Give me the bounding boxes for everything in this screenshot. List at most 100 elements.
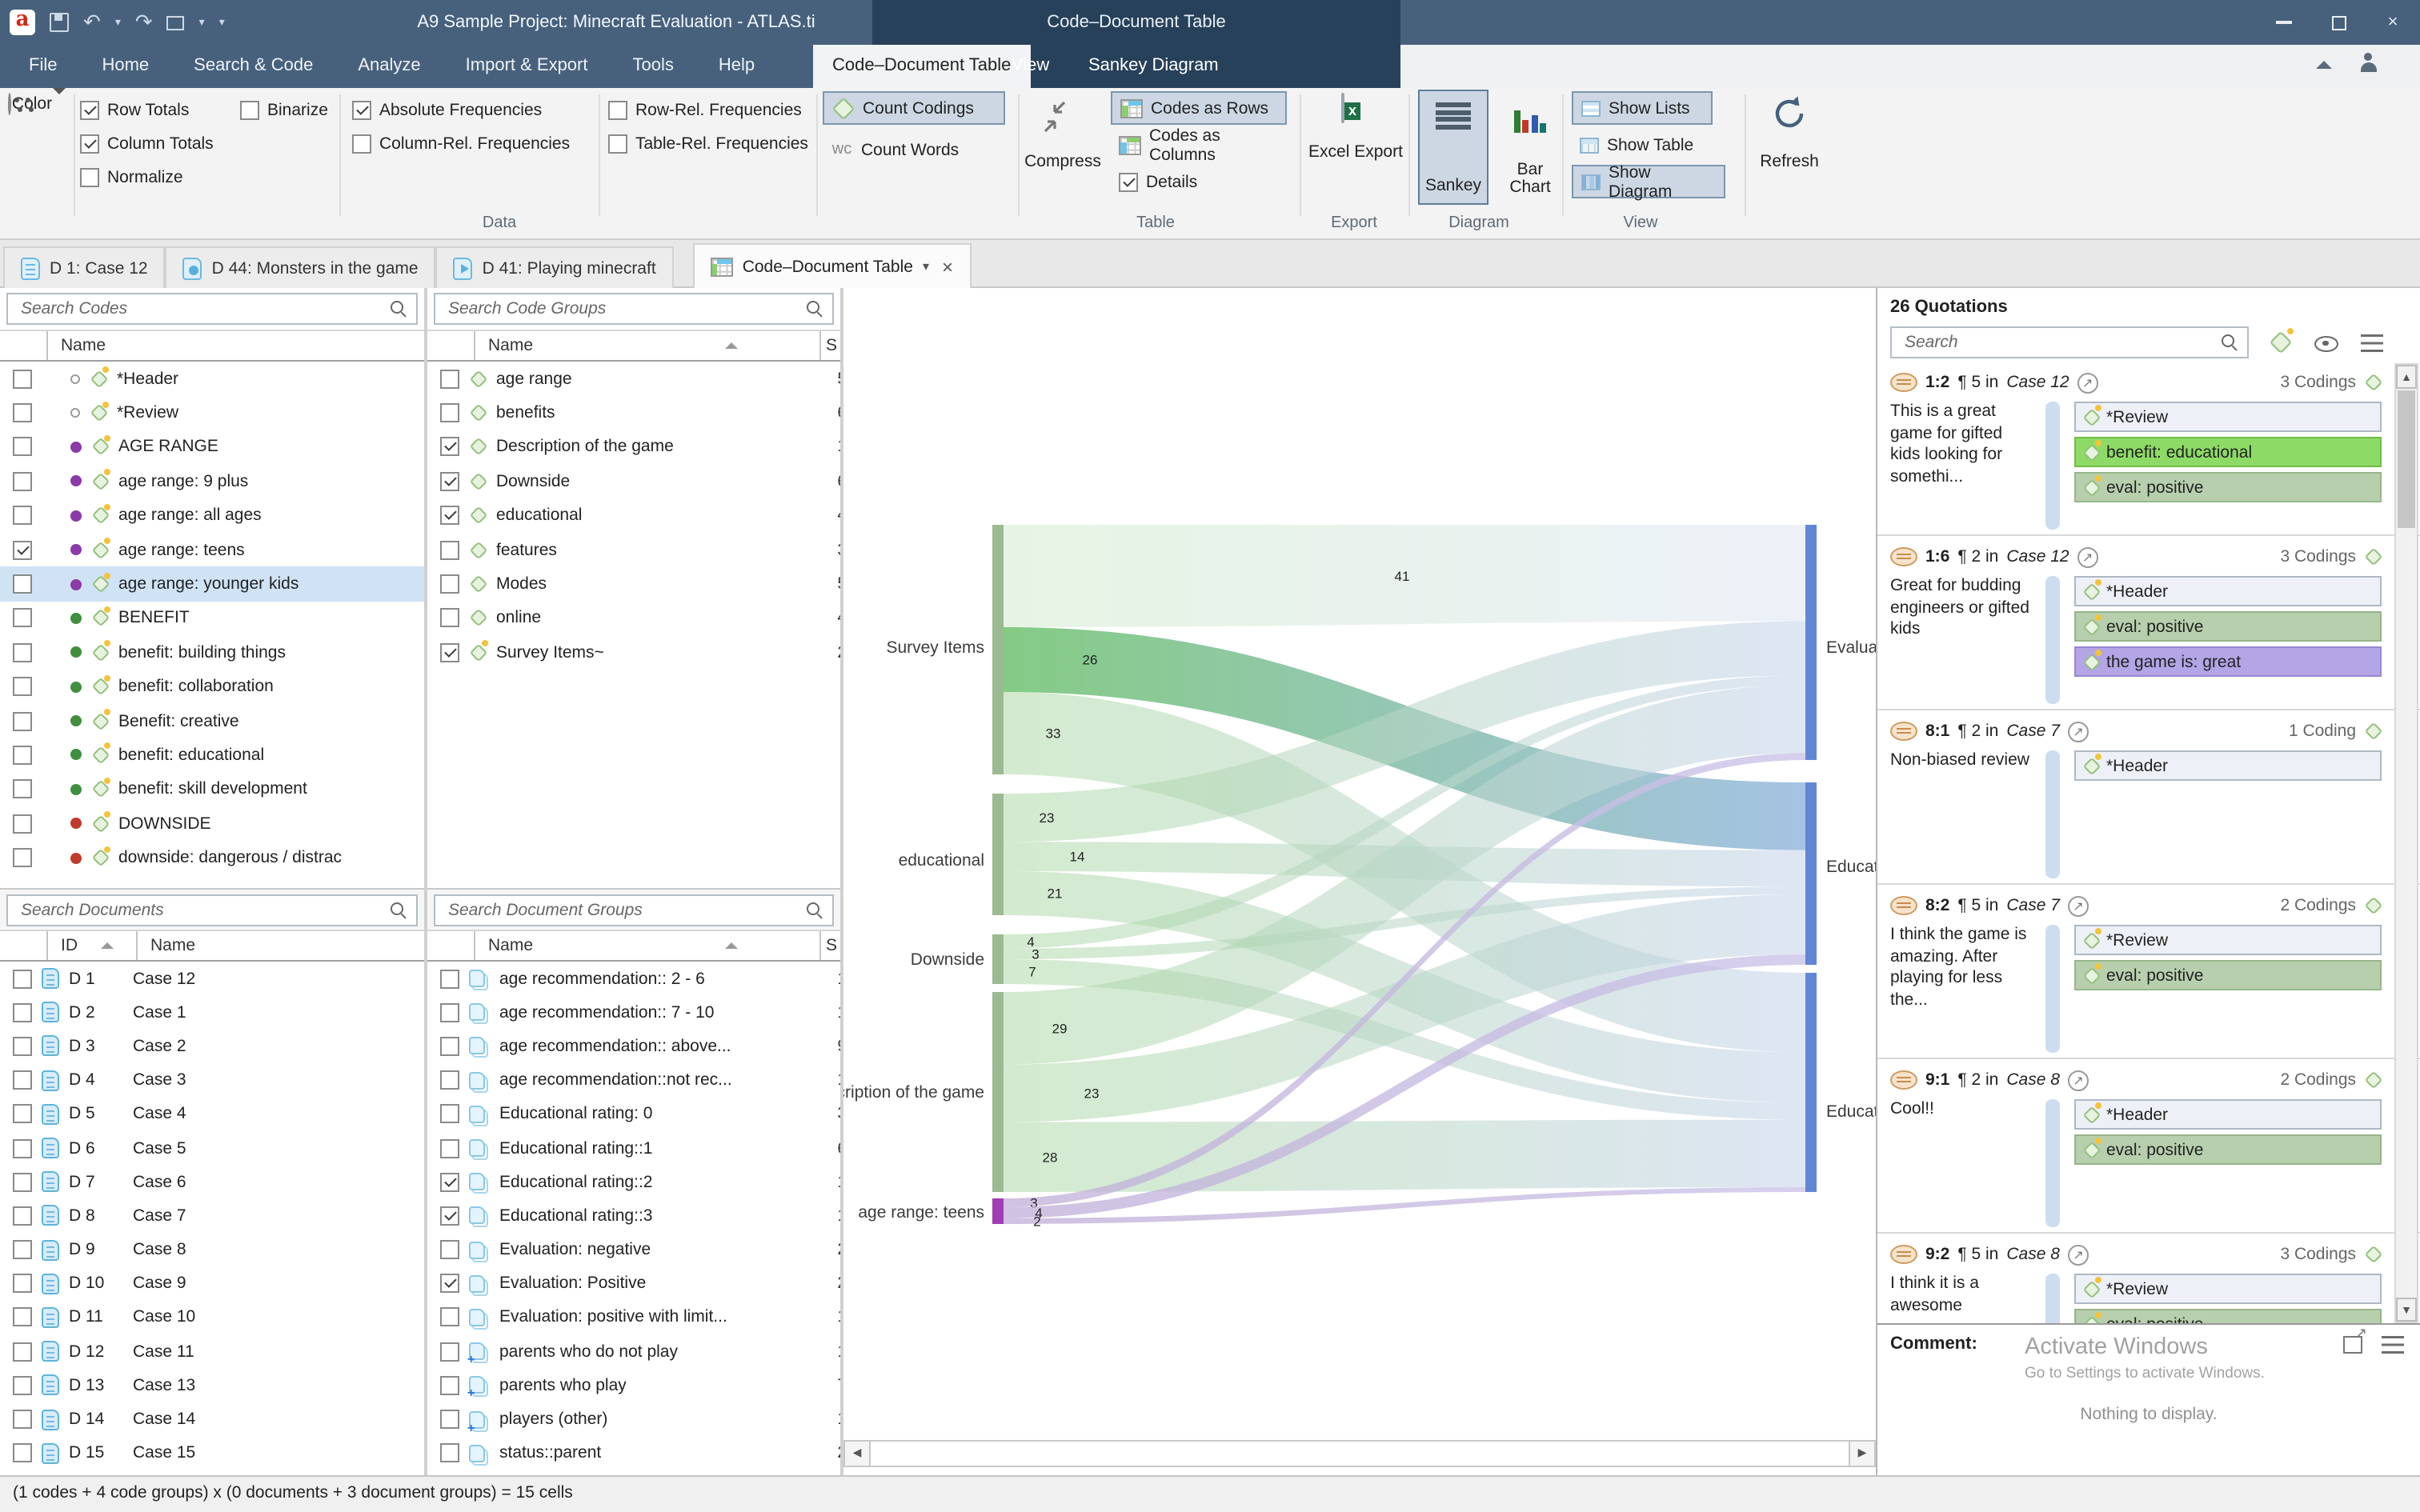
excel-export-button[interactable] xyxy=(1341,94,1344,123)
document-groups-list-header[interactable]: Name S xyxy=(427,930,840,962)
code-row[interactable]: benefit: collaboration xyxy=(0,670,424,704)
window-dropdown-icon[interactable]: ▾ xyxy=(199,16,205,29)
context-tab-view[interactable]: View xyxy=(992,45,1068,88)
document-group-checkbox[interactable] xyxy=(440,1070,459,1090)
code-checkbox[interactable] xyxy=(13,438,32,457)
code-group-row[interactable]: benefits6 xyxy=(427,396,840,430)
document-group-row[interactable]: age recommendation:: above...9 xyxy=(427,1030,840,1063)
code-group-row[interactable]: Survey Items~2 xyxy=(427,635,840,670)
document-group-checkbox[interactable] xyxy=(440,1206,459,1226)
quotations-scrollbar[interactable]: ▲ ▼ xyxy=(2394,363,2418,1323)
document-group-row[interactable]: age recommendation::not rec...1 xyxy=(427,1063,840,1097)
menu-tab-home[interactable]: Home xyxy=(79,45,171,88)
sankey-node-description-of-the-game[interactable] xyxy=(992,992,1004,1192)
show-lists-button[interactable]: Show Lists xyxy=(1572,91,1713,125)
sankey-node-age-range-teens[interactable] xyxy=(992,1198,1004,1224)
sankey-node-survey-items[interactable] xyxy=(992,525,1004,774)
code-chip[interactable]: *Review xyxy=(2074,925,2382,955)
document-group-row[interactable]: age recommendation:: 7 - 101 xyxy=(427,995,840,1029)
code-chip[interactable]: eval: positive xyxy=(2074,472,2382,502)
document-row[interactable]: D 11Case 10 xyxy=(0,1301,424,1334)
document-group-row[interactable]: Educational rating: 03 xyxy=(427,1098,840,1131)
document-group-row[interactable]: parents who play7 xyxy=(427,1369,840,1402)
quotation-item[interactable]: 1:6¶ 2 inCase 123 CodingsGreat for buddi… xyxy=(1877,536,2420,710)
code-group-checkbox[interactable] xyxy=(440,506,459,526)
document-checkbox[interactable] xyxy=(13,1443,32,1462)
code-checkbox[interactable] xyxy=(13,369,32,388)
code-checkbox[interactable] xyxy=(13,574,32,594)
ribbon-checkbox-binarize[interactable]: Binarize xyxy=(240,101,328,120)
code-row[interactable]: age range: teens xyxy=(0,533,424,567)
document-group-checkbox[interactable] xyxy=(440,1003,459,1022)
code-row[interactable]: *Review xyxy=(0,396,424,430)
code-group-checkbox[interactable] xyxy=(440,574,459,594)
document-checkbox[interactable] xyxy=(13,1410,32,1429)
code-group-row[interactable]: Modes5 xyxy=(427,567,840,602)
document-checkbox[interactable] xyxy=(13,1138,32,1158)
open-comment-icon[interactable] xyxy=(2343,1336,2362,1354)
document-group-checkbox[interactable] xyxy=(440,1342,459,1361)
code-group-checkbox[interactable] xyxy=(440,609,459,628)
code-row[interactable]: Benefit: creative xyxy=(0,704,424,738)
sankey-node-downside[interactable] xyxy=(992,934,1004,984)
count-words-button[interactable]: wc Count Words xyxy=(823,133,1005,166)
menu-tab-file[interactable]: File xyxy=(6,45,79,88)
code-chip[interactable]: benefit: educational xyxy=(2074,437,2382,467)
search-codes-box[interactable] xyxy=(6,293,418,325)
code-checkbox[interactable] xyxy=(13,609,32,628)
checkbox-table-rel-frequencies[interactable] xyxy=(608,134,627,154)
code-row[interactable]: age range: all ages xyxy=(0,498,424,533)
ribbon-checkbox-table-rel-frequencies[interactable]: Table-Rel. Frequencies xyxy=(608,134,808,154)
code-checkbox[interactable] xyxy=(13,643,32,662)
code-chip[interactable]: *Header xyxy=(2074,576,2382,606)
open-quotation-icon[interactable] xyxy=(2077,372,2098,393)
open-quotation-icon[interactable] xyxy=(2068,1070,2089,1090)
code-group-checkbox[interactable] xyxy=(440,438,459,457)
document-group-row[interactable]: Educational rating::31 xyxy=(427,1199,840,1233)
code-chip[interactable]: *Header xyxy=(2074,750,2382,781)
documents-list-header[interactable]: ID Name xyxy=(0,930,424,962)
document-row[interactable]: D 1Case 12 xyxy=(0,962,424,995)
code-chip[interactable]: *Review xyxy=(2074,1274,2382,1304)
code-group-checkbox[interactable] xyxy=(440,540,459,559)
document-row[interactable]: D 4Case 3 xyxy=(0,1063,424,1097)
filter-by-code-icon[interactable] xyxy=(2270,331,2292,354)
document-row[interactable]: D 10Case 9 xyxy=(0,1266,424,1300)
code-group-checkbox[interactable] xyxy=(440,403,459,422)
document-checkbox[interactable] xyxy=(13,1105,32,1124)
sankey-diagram[interactable]: 412633231421437292328342Survey Itemseduc… xyxy=(843,288,1876,1437)
menu-tab-help[interactable]: Help xyxy=(696,45,777,88)
checkbox-absolute-frequencies[interactable] xyxy=(352,101,371,120)
code-row[interactable]: age range: younger kids xyxy=(0,567,424,602)
code-checkbox[interactable] xyxy=(13,677,32,696)
code-group-row[interactable]: Description of the game1 xyxy=(427,430,840,465)
document-group-row[interactable]: Evaluation: negative2 xyxy=(427,1233,840,1266)
document-checkbox[interactable] xyxy=(13,1342,32,1361)
document-group-checkbox[interactable] xyxy=(440,1308,459,1327)
codes-as-columns-button[interactable]: Codes as Columns xyxy=(1111,128,1287,162)
code-checkbox[interactable] xyxy=(13,746,32,765)
code-group-row[interactable]: educational4 xyxy=(427,498,840,533)
document-group-row[interactable]: Evaluation: Positive2 xyxy=(427,1266,840,1300)
menu-tab-tools[interactable]: Tools xyxy=(611,45,696,88)
code-chip[interactable]: eval: positive xyxy=(2074,611,2382,642)
code-checkbox[interactable] xyxy=(13,711,32,730)
checkbox-row-totals[interactable] xyxy=(80,101,99,120)
save-icon[interactable] xyxy=(50,13,69,32)
quotation-item[interactable]: 8:1¶ 2 inCase 71 CodingNon-biased review… xyxy=(1877,710,2420,885)
document-row[interactable]: D 3Case 2 xyxy=(0,1030,424,1063)
search-codes-input[interactable] xyxy=(18,298,391,320)
code-checkbox[interactable] xyxy=(13,472,32,491)
code-chip[interactable]: eval: positive xyxy=(2074,1134,2382,1165)
document-checkbox[interactable] xyxy=(13,1240,32,1259)
code-group-checkbox[interactable] xyxy=(440,472,459,491)
document-checkbox[interactable] xyxy=(13,1070,32,1090)
document-checkbox[interactable] xyxy=(13,1206,32,1226)
redo-icon[interactable]: ↷ xyxy=(135,8,153,37)
document-group-checkbox[interactable] xyxy=(440,1443,459,1462)
scrollbar-track[interactable] xyxy=(871,1440,1849,1467)
document-group-row[interactable]: status::parent2 xyxy=(427,1436,840,1470)
sankey-button[interactable]: Sankey xyxy=(1418,90,1488,205)
sankey-node-right-0[interactable] xyxy=(1805,525,1817,760)
ribbon-checkbox-absolute-frequencies[interactable]: Absolute Frequencies xyxy=(352,101,542,120)
